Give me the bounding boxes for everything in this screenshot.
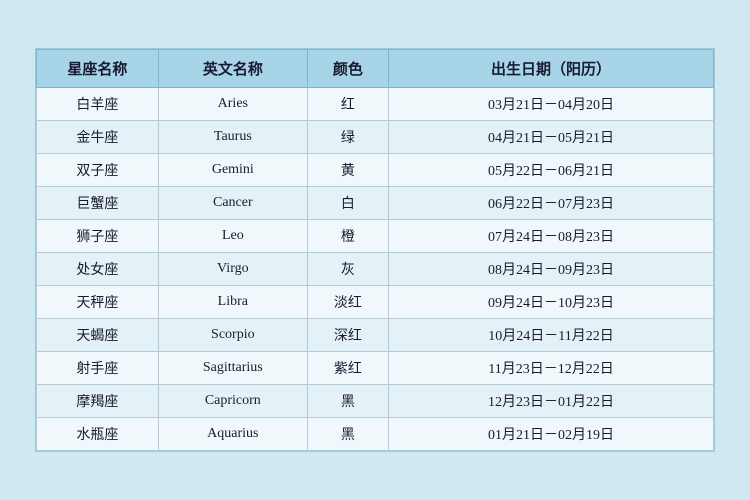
cell-english: Scorpio [158,319,307,352]
cell-color: 黄 [307,154,388,187]
header-chinese: 星座名称 [37,50,159,88]
cell-english: Aries [158,88,307,121]
cell-english: Leo [158,220,307,253]
zodiac-table: 星座名称 英文名称 颜色 出生日期（阳历） 白羊座Aries红03月21日－04… [36,49,714,451]
cell-date: 09月24日－10月23日 [389,286,714,319]
cell-color: 灰 [307,253,388,286]
cell-date: 12月23日－01月22日 [389,385,714,418]
cell-chinese: 射手座 [37,352,159,385]
cell-date: 08月24日－09月23日 [389,253,714,286]
cell-chinese: 摩羯座 [37,385,159,418]
cell-english: Aquarius [158,418,307,451]
cell-color: 黑 [307,385,388,418]
cell-chinese: 巨蟹座 [37,187,159,220]
cell-date: 04月21日－05月21日 [389,121,714,154]
cell-chinese: 白羊座 [37,88,159,121]
table-header-row: 星座名称 英文名称 颜色 出生日期（阳历） [37,50,714,88]
cell-date: 10月24日－11月22日 [389,319,714,352]
header-english: 英文名称 [158,50,307,88]
cell-color: 红 [307,88,388,121]
cell-color: 绿 [307,121,388,154]
cell-english: Sagittarius [158,352,307,385]
cell-english: Virgo [158,253,307,286]
cell-color: 紫红 [307,352,388,385]
zodiac-table-container: 星座名称 英文名称 颜色 出生日期（阳历） 白羊座Aries红03月21日－04… [35,48,715,452]
table-row: 狮子座Leo橙07月24日－08月23日 [37,220,714,253]
cell-color: 黑 [307,418,388,451]
table-row: 巨蟹座Cancer白06月22日－07月23日 [37,187,714,220]
cell-color: 深红 [307,319,388,352]
cell-english: Taurus [158,121,307,154]
cell-chinese: 处女座 [37,253,159,286]
table-row: 天秤座Libra淡红09月24日－10月23日 [37,286,714,319]
table-row: 射手座Sagittarius紫红11月23日－12月22日 [37,352,714,385]
cell-date: 05月22日－06月21日 [389,154,714,187]
cell-english: Gemini [158,154,307,187]
table-body: 白羊座Aries红03月21日－04月20日金牛座Taurus绿04月21日－0… [37,88,714,451]
cell-color: 白 [307,187,388,220]
cell-date: 03月21日－04月20日 [389,88,714,121]
cell-chinese: 狮子座 [37,220,159,253]
cell-date: 06月22日－07月23日 [389,187,714,220]
header-date: 出生日期（阳历） [389,50,714,88]
cell-date: 07月24日－08月23日 [389,220,714,253]
cell-chinese: 双子座 [37,154,159,187]
table-row: 水瓶座Aquarius黑01月21日－02月19日 [37,418,714,451]
cell-chinese: 水瓶座 [37,418,159,451]
cell-english: Cancer [158,187,307,220]
cell-chinese: 金牛座 [37,121,159,154]
table-row: 金牛座Taurus绿04月21日－05月21日 [37,121,714,154]
cell-english: Libra [158,286,307,319]
table-row: 白羊座Aries红03月21日－04月20日 [37,88,714,121]
cell-color: 淡红 [307,286,388,319]
header-color: 颜色 [307,50,388,88]
cell-chinese: 天蝎座 [37,319,159,352]
cell-color: 橙 [307,220,388,253]
table-row: 处女座Virgo灰08月24日－09月23日 [37,253,714,286]
table-row: 摩羯座Capricorn黑12月23日－01月22日 [37,385,714,418]
cell-date: 11月23日－12月22日 [389,352,714,385]
table-row: 双子座Gemini黄05月22日－06月21日 [37,154,714,187]
cell-date: 01月21日－02月19日 [389,418,714,451]
cell-english: Capricorn [158,385,307,418]
cell-chinese: 天秤座 [37,286,159,319]
table-row: 天蝎座Scorpio深红10月24日－11月22日 [37,319,714,352]
